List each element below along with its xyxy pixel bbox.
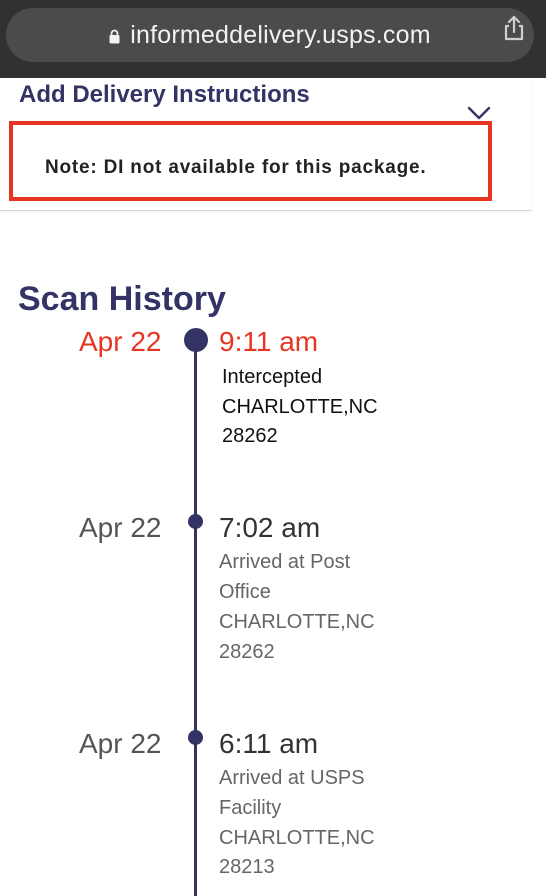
scan-event-date: Apr 22 — [79, 326, 162, 357]
scan-event-status-line-2: Facility — [219, 797, 282, 819]
scan-event-city: CHARLOTTE,NC — [222, 396, 378, 418]
share-icon[interactable] — [500, 14, 528, 42]
scan-history-title: Scan History — [18, 280, 226, 319]
timeline-dot-icon — [184, 328, 208, 352]
scan-event-status-line-1: Arrived at Post — [219, 551, 351, 573]
scan-event-city: CHARLOTTE,NC — [219, 611, 375, 633]
scan-event-zip: 28262 — [219, 641, 275, 663]
add-delivery-instructions-link[interactable]: Add Delivery Instructions — [19, 78, 310, 112]
scan-event-status-line-2: Office — [219, 581, 271, 603]
scan-event-time: 6:11 am — [219, 728, 319, 759]
scan-event-status: Intercepted — [222, 366, 323, 388]
delivery-instructions-panel: Add Delivery Instructions Note: DI not a… — [0, 78, 532, 211]
di-unavailable-note-text: Note: DI not available for this package. — [45, 157, 427, 178]
di-unavailable-note: Note: DI not available for this package. — [9, 121, 492, 201]
timeline-dot-icon — [188, 730, 203, 745]
scan-event-date: Apr 22 — [79, 728, 162, 759]
browser-address-bar: informeddelivery.usps.com — [0, 0, 546, 78]
url-text: informeddelivery.usps.com — [130, 20, 431, 49]
url-field[interactable]: informeddelivery.usps.com — [6, 8, 534, 62]
scan-event-time: 9:11 am — [219, 326, 319, 357]
timeline-dot-icon — [188, 514, 203, 529]
scan-event-zip: 28213 — [219, 856, 275, 878]
timeline-line — [194, 344, 197, 896]
scan-event-zip: 28262 — [222, 425, 278, 447]
scan-event-date: Apr 22 — [79, 512, 162, 543]
chevron-down-icon[interactable] — [467, 106, 491, 120]
scan-event-time: 7:02 am — [219, 512, 321, 543]
scan-event-city: CHARLOTTE,NC — [219, 827, 375, 849]
lock-icon — [109, 29, 120, 44]
scan-event-status-line-1: Arrived at USPS — [219, 767, 365, 789]
